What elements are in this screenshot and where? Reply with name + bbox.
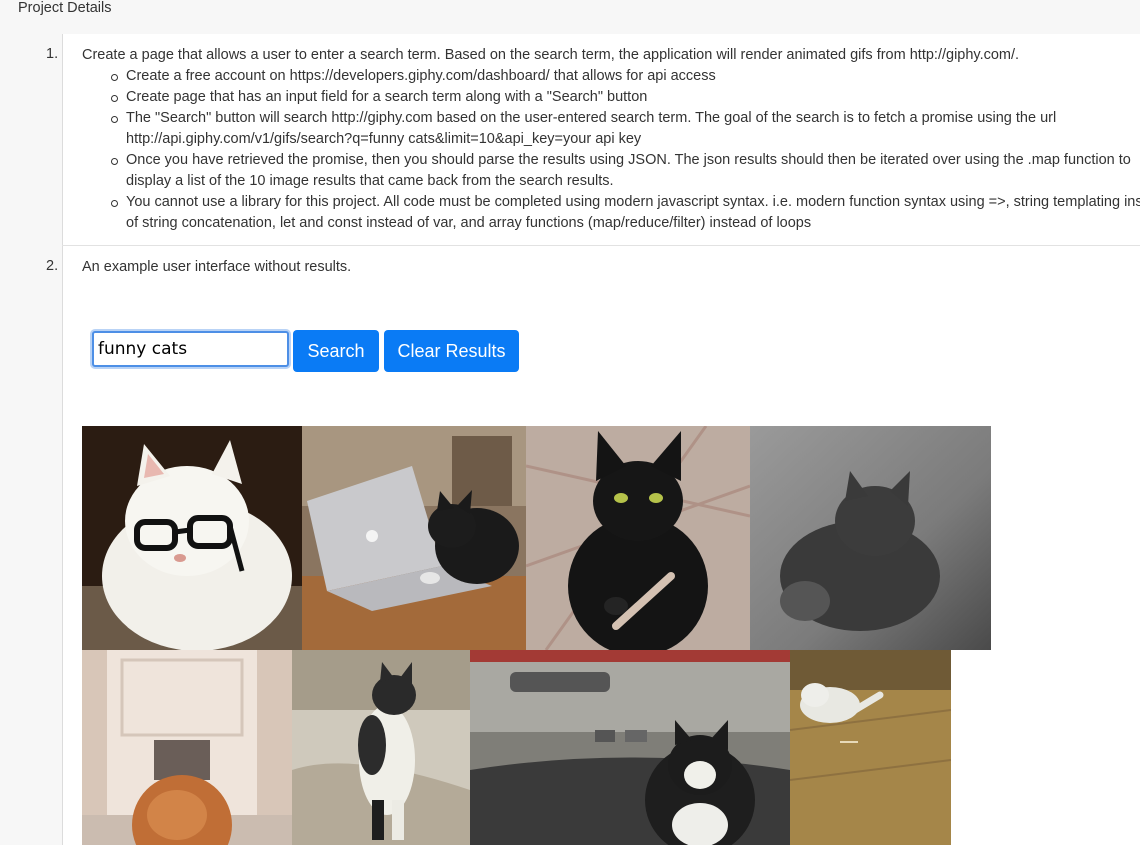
step-1-text: Create a page that allows a user to ente… xyxy=(82,47,1020,63)
gif-result-image xyxy=(526,426,750,650)
step-1-bullet: Create a free account on https://develop… xyxy=(111,66,1140,87)
gif-result-image xyxy=(82,426,302,650)
step-2-text: An example user interface without result… xyxy=(82,259,352,275)
step-1-bullet: You cannot use a library for this projec… xyxy=(111,192,1140,234)
gif-result-image xyxy=(790,650,951,845)
step-1-bullet: Create page that has an input field for … xyxy=(111,87,1140,108)
step-divider xyxy=(62,245,1140,246)
gif-result-image xyxy=(470,650,790,845)
step-1-bullet: The "Search" button will search http://g… xyxy=(111,108,1140,150)
search-button[interactable]: Search xyxy=(293,330,379,372)
clear-results-button[interactable]: Clear Results xyxy=(384,330,519,372)
step-1-bullet-list: Create a free account on https://develop… xyxy=(82,66,1140,234)
step-1-bullet: Once you have retrieved the promise, the… xyxy=(111,150,1140,192)
search-input[interactable] xyxy=(92,331,289,367)
gif-result-image xyxy=(750,426,991,650)
gif-result-image xyxy=(82,650,292,845)
gif-result-image xyxy=(292,650,470,845)
step-2-number: 2. xyxy=(46,258,59,274)
gif-result-image xyxy=(302,426,526,650)
step-1-number: 1. xyxy=(46,46,59,62)
page-title: Project Details xyxy=(18,0,112,16)
gif-results-grid xyxy=(82,426,992,845)
